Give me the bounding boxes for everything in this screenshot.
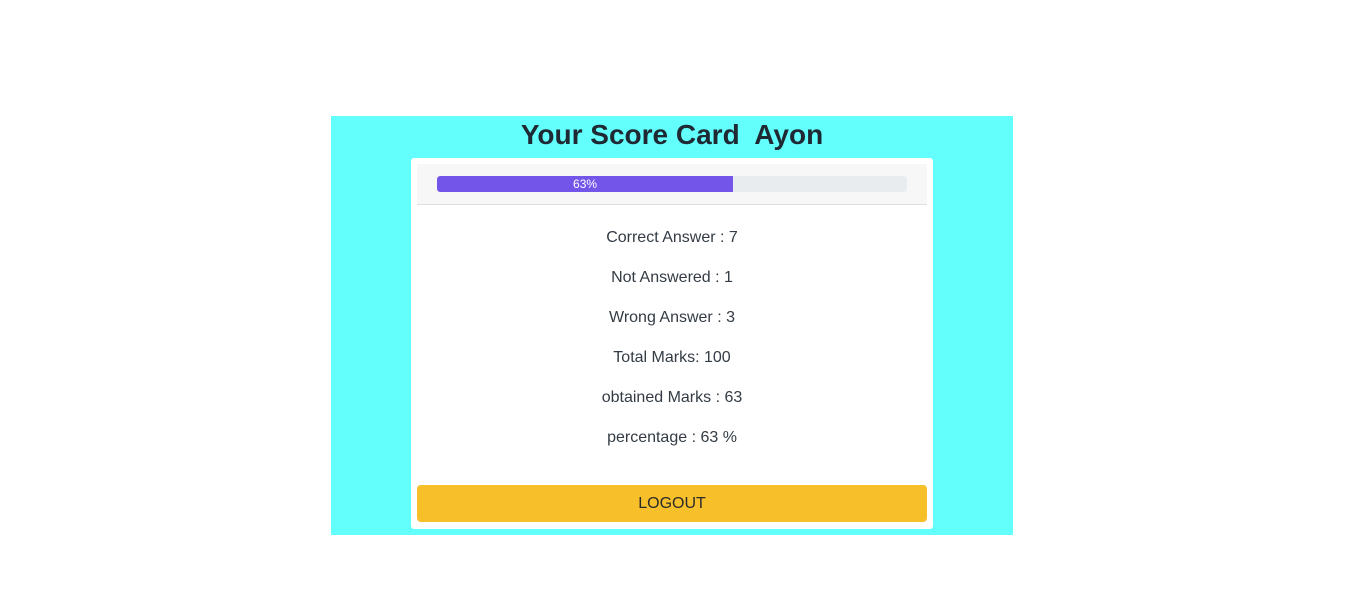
percentage-stat: percentage : 63 % (607, 429, 737, 446)
wrong-answer-stat: Wrong Answer : 3 (609, 309, 735, 326)
score-progress-fill: 63% (437, 176, 734, 192)
scorecard-panel: Your Score Card Ayon 63% Correct Answer … (331, 116, 1013, 535)
page-title: Your Score Card Ayon (520, 119, 824, 150)
scorecard-card: 63% Correct Answer : 7 Not Answered : 1 … (411, 158, 933, 529)
not-answered-stat: Not Answered : 1 (611, 269, 733, 286)
logout-button[interactable]: LOGOUT (417, 485, 927, 522)
correct-answer-stat: Correct Answer : 7 (606, 229, 738, 246)
total-marks-stat: Total Marks: 100 (613, 349, 731, 366)
score-progress-bar: 63% (437, 176, 907, 192)
obtained-marks-stat: obtained Marks : 63 (601, 389, 743, 406)
card-header: 63% (417, 164, 927, 205)
score-stats-list: Correct Answer : 7 Not Answered : 1 Wron… (411, 218, 933, 458)
